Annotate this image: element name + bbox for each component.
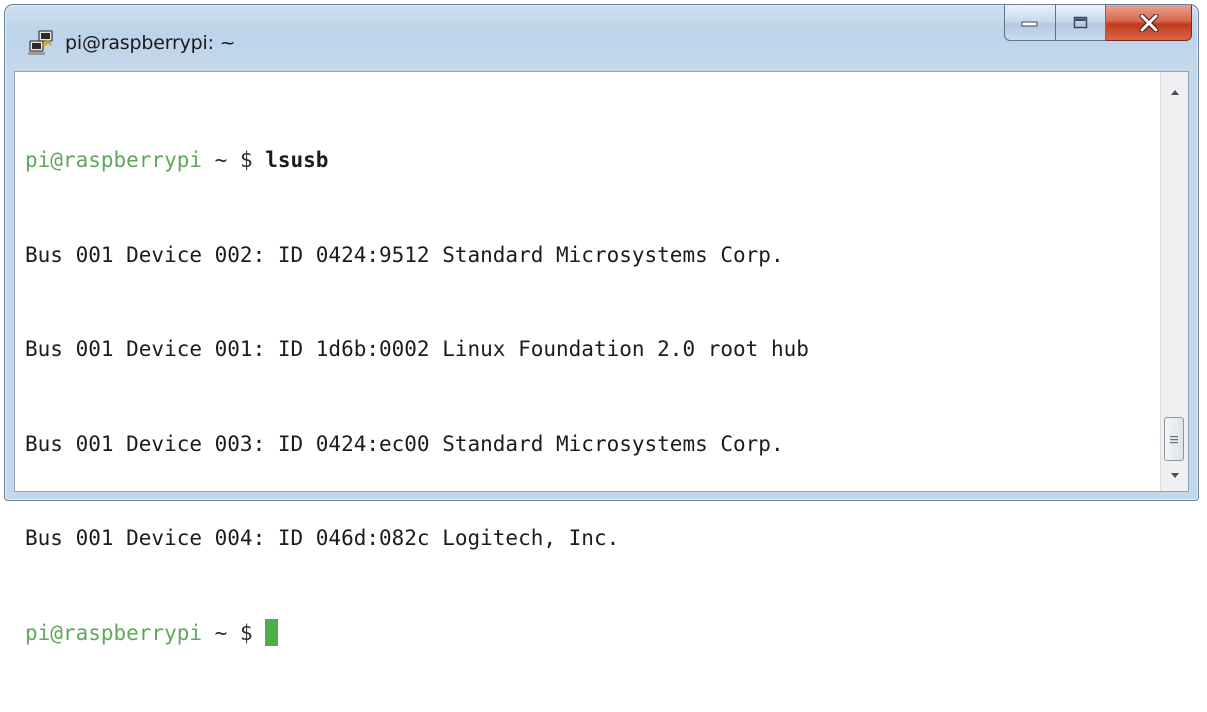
- minimize-icon: [1021, 21, 1038, 26]
- scroll-thumb[interactable]: [1164, 417, 1184, 461]
- minimize-button[interactable]: [1004, 5, 1056, 41]
- output-line: Bus 001 Device 001: ID 1d6b:0002 Linux F…: [25, 337, 809, 361]
- title-bar[interactable]: pi@raspberrypi: ~: [5, 5, 1198, 71]
- output-line: Bus 001 Device 002: ID 0424:9512 Standar…: [25, 242, 784, 267]
- terminal-output[interactable]: pi@raspberrypi ~ $ lsusb Bus 001 Device …: [15, 72, 1161, 646]
- terminal-line: pi@raspberrypi ~ $ lsusb: [25, 145, 1161, 177]
- caption-buttons: [1004, 5, 1192, 41]
- maximize-button[interactable]: [1056, 5, 1106, 41]
- window-title: pi@raspberrypi: ~: [65, 32, 236, 54]
- putty-icon[interactable]: [27, 29, 55, 57]
- prompt-path: ~ $: [202, 148, 266, 172]
- arrow-down-icon: [1170, 472, 1179, 478]
- output-line: Bus 001 Device 004: ID 046d:082c Logitec…: [25, 526, 620, 550]
- text-cursor: [265, 618, 279, 646]
- terminal-client-area[interactable]: pi@raspberrypi ~ $ lsusb Bus 001 Device …: [14, 71, 1189, 646]
- prompt-user: pi@raspberrypi: [25, 148, 203, 172]
- arrow-up-icon: [1170, 89, 1179, 95]
- prompt-user: pi@raspberrypi: [25, 620, 203, 645]
- prompt-path: ~ $: [202, 620, 266, 645]
- scroll-up-button[interactable]: [1161, 80, 1188, 104]
- vertical-scrollbar[interactable]: [1160, 72, 1188, 491]
- command-text: lsusb: [265, 148, 329, 172]
- close-icon: [1139, 13, 1158, 32]
- close-button[interactable]: [1106, 5, 1192, 41]
- grip-icon: [1170, 435, 1178, 443]
- terminal-line: pi@raspberrypi ~ $: [25, 618, 1161, 650]
- scroll-down-button[interactable]: [1161, 463, 1188, 487]
- terminal-window: pi@raspberrypi: ~ pi@raspberrypi ~ $ lsu…: [4, 4, 1199, 646]
- output-line: Bus 001 Device 003: ID 0424:ec00 Standar…: [25, 431, 784, 456]
- maximize-icon: [1073, 16, 1087, 28]
